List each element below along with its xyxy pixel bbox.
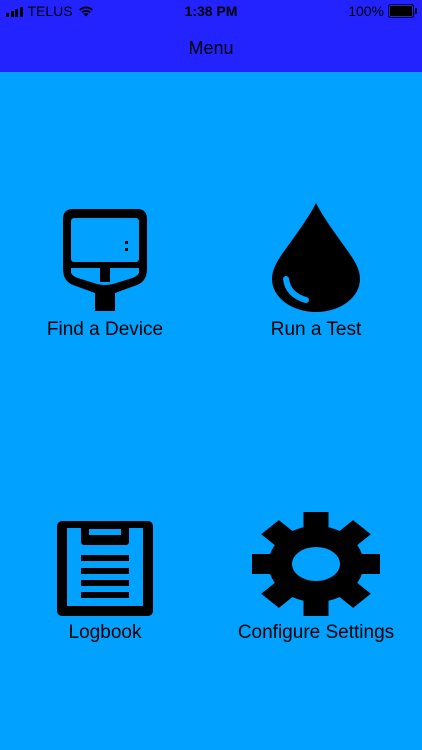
status-bar: TELUS 1:38 PM 100% (0, 0, 422, 24)
find-a-device-label: Find a Device (46, 319, 164, 340)
find-a-device-button[interactable]: Find a Device (5, 193, 205, 363)
page-title: Menu (188, 38, 234, 58)
configure-settings-button[interactable]: Configure Settings (216, 496, 416, 666)
navigation-bar: TELUS 1:38 PM 100% Menu (0, 0, 422, 72)
logbook-label: Logbook (68, 622, 142, 643)
run-a-test-button[interactable]: Run a Test (216, 193, 416, 363)
blood-drop-icon (216, 193, 416, 313)
gear-icon (216, 496, 416, 616)
glucose-meter-icon (5, 193, 205, 313)
run-a-test-label: Run a Test (270, 319, 362, 340)
status-right: 100% (348, 3, 417, 19)
configure-settings-label: Configure Settings (237, 622, 395, 643)
clipboard-icon (5, 496, 205, 616)
logbook-button[interactable]: Logbook (5, 496, 205, 666)
battery-icon (388, 4, 417, 18)
battery-fill (390, 6, 412, 16)
battery-percentage: 100% (348, 3, 384, 19)
